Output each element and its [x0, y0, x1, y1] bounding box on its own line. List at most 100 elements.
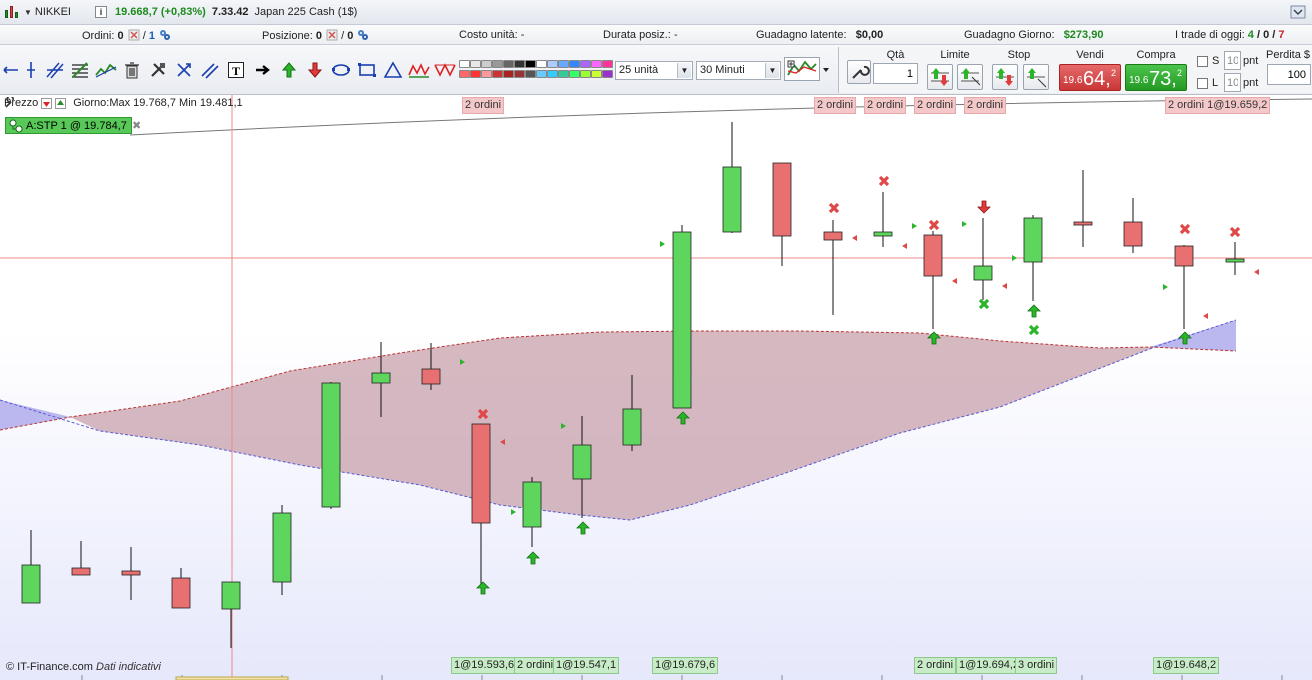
- color-swatch[interactable]: [569, 60, 580, 68]
- text-tool-icon[interactable]: T: [225, 59, 247, 81]
- wrench-icon[interactable]: [847, 60, 871, 84]
- price-time: 7.33.42: [211, 6, 249, 18]
- trendline-icon[interactable]: [95, 59, 117, 81]
- qty-input[interactable]: [873, 63, 918, 84]
- ellipse-icon[interactable]: [330, 59, 352, 81]
- color-swatch[interactable]: [514, 60, 525, 68]
- stop-points-input[interactable]: [1224, 51, 1241, 70]
- color-swatch[interactable]: [536, 70, 547, 78]
- color-swatch[interactable]: [602, 60, 613, 68]
- loss-input[interactable]: [1267, 64, 1311, 85]
- orders-gear-icon[interactable]: [159, 29, 171, 41]
- cancel-orders-icon[interactable]: [128, 29, 140, 41]
- order-label-bottom[interactable]: 3 ordini: [1015, 657, 1058, 674]
- close-stop-icon[interactable]: ✖: [132, 119, 141, 132]
- buy-arrow-marker: [576, 521, 590, 535]
- order-label-top[interactable]: 2 ordini: [864, 97, 907, 114]
- color-swatch[interactable]: [459, 60, 470, 68]
- rectangle-icon[interactable]: [356, 59, 378, 81]
- candlestick-icon[interactable]: [4, 4, 20, 20]
- limit-checkbox[interactable]: [1197, 78, 1208, 89]
- color-swatch[interactable]: [569, 70, 580, 78]
- color-swatch[interactable]: [503, 60, 514, 68]
- vertical-line-icon[interactable]: [20, 59, 42, 81]
- order-label-top[interactable]: 2 ordini: [814, 97, 857, 114]
- down-arrow-icon[interactable]: [304, 59, 326, 81]
- indicators-dropdown-icon[interactable]: [820, 59, 832, 81]
- color-swatch[interactable]: [591, 70, 602, 78]
- color-swatch[interactable]: [470, 70, 481, 78]
- stop-checkbox[interactable]: [1197, 56, 1208, 67]
- limit-buy-icon[interactable]: [927, 64, 953, 90]
- order-label-bottom[interactable]: 1@19.679,6: [652, 657, 719, 674]
- channel-icon[interactable]: [199, 59, 221, 81]
- collapse-up-icon[interactable]: [55, 97, 67, 109]
- collapse-down-icon[interactable]: [41, 97, 53, 109]
- color-swatch[interactable]: [558, 60, 569, 68]
- horizontal-arrow-icon[interactable]: [0, 59, 22, 81]
- delete-trash-icon[interactable]: [121, 59, 143, 81]
- order-label-bottom[interactable]: 2 ordini: [914, 657, 957, 674]
- color-swatch[interactable]: [547, 60, 558, 68]
- chevron-down-icon[interactable]: ▼: [765, 63, 779, 78]
- order-label-bottom[interactable]: 1@19.694,2: [956, 657, 1023, 674]
- price-chart[interactable]: Prezzo Giorno:Max 19.768,7 Min 19.481,1 …: [0, 95, 1312, 680]
- wrench-small-icon[interactable]: [4, 97, 16, 109]
- cross-arrows-icon[interactable]: [173, 59, 195, 81]
- order-label-bottom[interactable]: 1@19.593,6: [451, 657, 518, 674]
- chevron-down-icon[interactable]: ▼: [677, 63, 691, 78]
- order-label-top[interactable]: 2 ordini: [462, 97, 505, 114]
- fibonacci-icon[interactable]: [69, 59, 91, 81]
- color-swatch[interactable]: [602, 70, 613, 78]
- color-swatch[interactable]: [481, 70, 492, 78]
- color-swatch[interactable]: [591, 60, 602, 68]
- timeframe-select[interactable]: 30 Minuti ▼: [696, 61, 781, 80]
- triangle-icon[interactable]: [382, 59, 404, 81]
- units-select[interactable]: 25 unità ▼: [615, 61, 693, 80]
- sell-button[interactable]: 19.6 64, 2: [1059, 64, 1121, 91]
- ichimoku-cloud: [0, 320, 1236, 520]
- info-icon[interactable]: i: [95, 6, 107, 18]
- last-price: 19.668,7 (+0,83%): [115, 6, 206, 18]
- order-label-bottom[interactable]: 2 ordini: [514, 657, 557, 674]
- stop-buy-icon[interactable]: [992, 64, 1018, 90]
- order-label-top[interactable]: 2 ordini 1@19.659,2: [1165, 97, 1271, 114]
- order-label-top[interactable]: 2 ordini: [914, 97, 957, 114]
- account-status-bar: Ordini: 0 / 1 Posizione: 0 / 0 Costo uni…: [0, 25, 1312, 45]
- limit-points-input[interactable]: [1224, 73, 1241, 92]
- tools-icon[interactable]: [147, 59, 169, 81]
- order-label-bottom[interactable]: 1@19.547,1: [553, 657, 620, 674]
- color-swatch[interactable]: [536, 60, 547, 68]
- buy-button[interactable]: 19.6 73, 2: [1125, 64, 1187, 91]
- parallel-lines-icon[interactable]: [44, 59, 66, 81]
- color-swatch[interactable]: [525, 70, 536, 78]
- candlestick-chart-svg[interactable]: [0, 95, 1312, 680]
- limit-sell-icon[interactable]: [957, 64, 983, 90]
- color-swatch[interactable]: [492, 60, 503, 68]
- color-swatch[interactable]: [470, 60, 481, 68]
- order-label-bottom[interactable]: 1@19.648,2: [1153, 657, 1220, 674]
- color-swatch[interactable]: [558, 70, 569, 78]
- zigzag-icon[interactable]: [434, 59, 456, 81]
- window-control-icon[interactable]: [1290, 5, 1306, 19]
- color-swatch[interactable]: [503, 70, 514, 78]
- color-swatch[interactable]: [459, 70, 470, 78]
- symbol-name[interactable]: NIKKEI: [35, 6, 71, 18]
- indicators-icon[interactable]: [784, 57, 820, 81]
- color-swatch[interactable]: [481, 60, 492, 68]
- symbol-dropdown-icon[interactable]: ▼: [24, 8, 32, 17]
- color-swatch[interactable]: [580, 70, 591, 78]
- stop-sell-icon[interactable]: [1023, 64, 1049, 90]
- right-arrow-icon[interactable]: [252, 59, 274, 81]
- position-gear-icon[interactable]: [357, 29, 369, 41]
- order-label-top[interactable]: 2 ordini: [964, 97, 1007, 114]
- color-swatch[interactable]: [514, 70, 525, 78]
- up-arrow-icon[interactable]: [278, 59, 300, 81]
- color-swatch[interactable]: [492, 70, 503, 78]
- close-position-icon[interactable]: [326, 29, 338, 41]
- color-swatch[interactable]: [547, 70, 558, 78]
- pattern-icon[interactable]: [408, 59, 430, 81]
- color-swatch[interactable]: [580, 60, 591, 68]
- stop-order-tag[interactable]: A:STP 1 @ 19.784,7: [5, 117, 132, 134]
- color-swatch[interactable]: [525, 60, 536, 68]
